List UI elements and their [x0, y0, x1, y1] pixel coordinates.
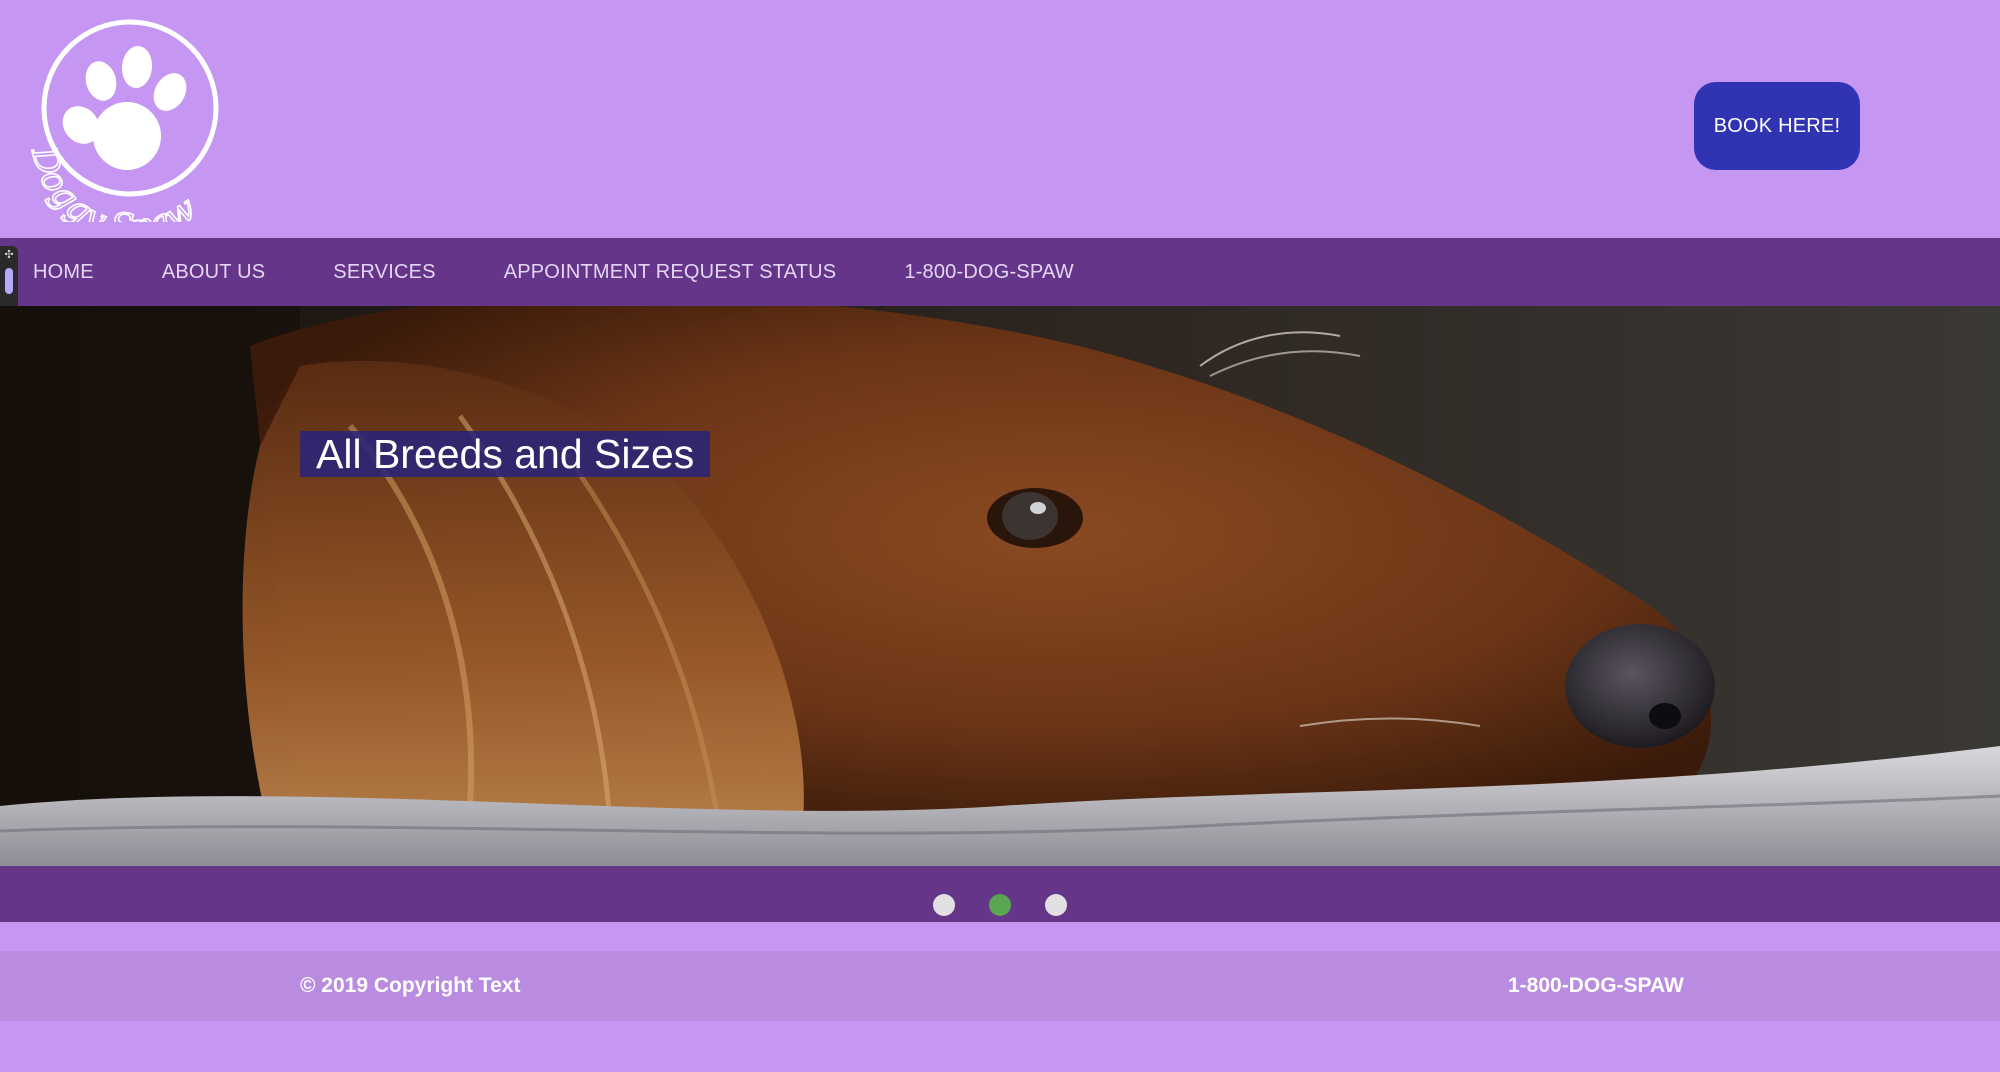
- copyright-text: © 2019 Copyright Text: [300, 974, 521, 997]
- move-icon[interactable]: ✣: [3, 249, 15, 261]
- nav-item-phone[interactable]: 1-800-DOG-SPAW: [904, 261, 1074, 284]
- book-here-button[interactable]: BOOK HERE!: [1694, 82, 1860, 170]
- hero-caption: All Breeds and Sizes: [300, 431, 711, 477]
- toolbar-slider[interactable]: [5, 268, 13, 294]
- carousel-dot-1[interactable]: [933, 894, 955, 916]
- site-footer: © 2019 Copyright Text 1-800-DOG-SPAW: [0, 951, 2000, 1021]
- doggy-spaw-logo[interactable]: Doggy Spaw: [26, 10, 236, 222]
- hero-carousel-slide: All Breeds and Sizes: [0, 306, 2000, 866]
- carousel-dot-2[interactable]: [989, 894, 1011, 916]
- carousel-dot-3[interactable]: [1045, 894, 1067, 916]
- dog-photo-icon: [0, 306, 2000, 866]
- footer-phone: 1-800-DOG-SPAW: [1508, 974, 1684, 997]
- site-header: Doggy Spaw BOOK HERE!: [0, 0, 2000, 238]
- main-nav: HOME ABOUT US SERVICES APPOINTMENT REQUE…: [0, 238, 2000, 306]
- nav-item-services[interactable]: SERVICES: [333, 261, 435, 284]
- nav-item-about-us[interactable]: ABOUT US: [162, 261, 265, 284]
- nav-item-home[interactable]: HOME: [33, 261, 94, 284]
- nav-item-appointment-request-status[interactable]: APPOINTMENT REQUEST STATUS: [504, 261, 837, 284]
